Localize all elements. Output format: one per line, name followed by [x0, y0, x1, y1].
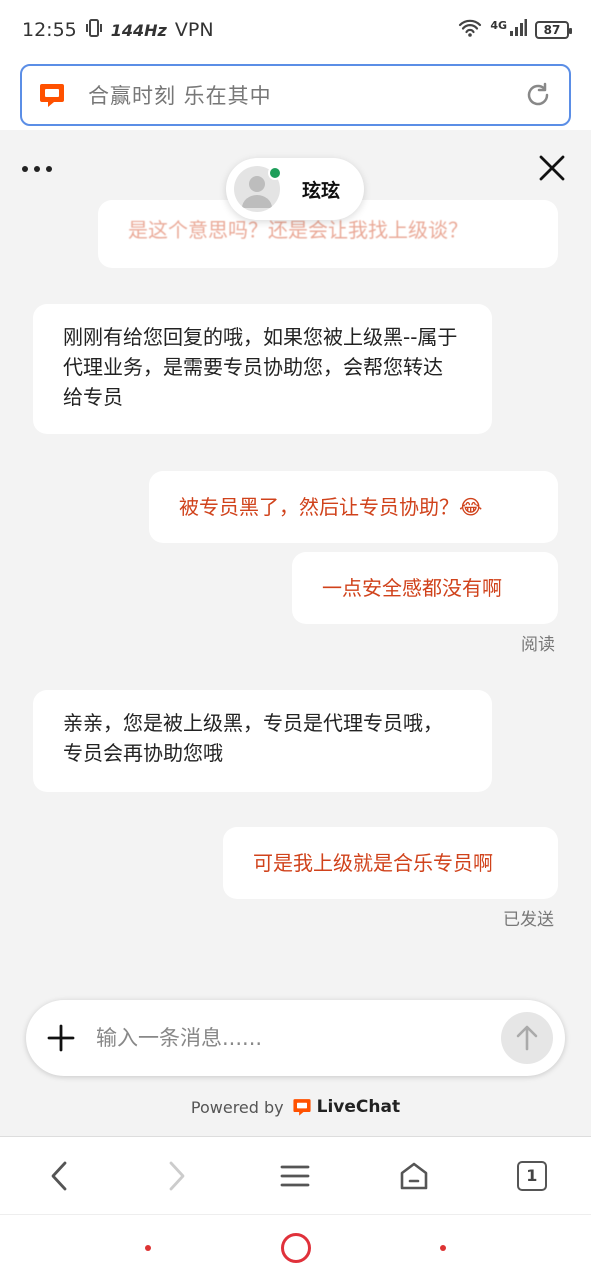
message-bubble-outgoing: 可是我上级就是合乐专员啊	[223, 827, 558, 899]
refresh-rate: 144Hz	[110, 20, 167, 40]
address-text: 合赢时刻 乐在其中	[88, 84, 272, 108]
agent-pill[interactable]: 玹玹	[226, 158, 364, 220]
clock: 12:55	[22, 19, 77, 41]
agent-name: 玹玹	[302, 179, 341, 202]
forward-icon[interactable]	[157, 1156, 197, 1196]
online-status-dot	[268, 166, 282, 180]
brand-name: LiveChat	[316, 1097, 401, 1117]
message-bubble-outgoing: 被专员黑了，然后让专员协助？😂	[149, 471, 558, 543]
recents-dot[interactable]	[145, 1245, 151, 1251]
wifi-icon	[458, 18, 482, 43]
address-bar[interactable]: 合赢时刻 乐在其中	[20, 64, 571, 126]
status-left: 12:55 144Hz VPN	[22, 18, 214, 43]
message-bubble-outgoing: 一点安全感都没有啊	[292, 552, 558, 624]
vpn-label: VPN	[174, 19, 214, 41]
reload-icon[interactable]	[523, 80, 553, 110]
home-circle-icon[interactable]	[281, 1233, 311, 1263]
vibrate-icon	[85, 18, 103, 43]
browser-toolbar: 1	[0, 1136, 591, 1214]
message-composer	[26, 1000, 565, 1076]
menu-icon[interactable]	[275, 1156, 315, 1196]
message-text: 可是我上级就是合乐专员啊	[253, 851, 493, 875]
system-nav-bar	[0, 1214, 591, 1280]
home-icon[interactable]	[394, 1156, 434, 1196]
message-text: 被专员黑了，然后让专员协助？😂	[179, 495, 483, 519]
plus-icon[interactable]	[46, 1023, 76, 1053]
livechat-logo-icon	[38, 81, 66, 109]
powered-by: Powered by LiveChat	[0, 1094, 591, 1120]
message-text: 亲亲，您是被上级黑，专员是代理专员哦，专员会再协助您哦	[63, 711, 443, 765]
send-button[interactable]	[501, 1012, 553, 1064]
arrow-up-icon	[516, 1025, 538, 1051]
message-text: 刚刚有给您回复的哦，如果您被上级黑--属于代理业务，是需要专员协助您，会帮您转达…	[63, 325, 458, 409]
tab-count: 1	[516, 1160, 547, 1191]
back-dot[interactable]	[440, 1245, 446, 1251]
chat-panel: 玹玹 是这个意思吗？还是会让我找上级谈？ 刚刚有给您回复的哦，如果您被上级黑--…	[0, 130, 591, 1136]
network-label: 4G	[490, 18, 507, 32]
message-input[interactable]	[96, 1026, 501, 1050]
message-bubble-incoming: 刚刚有给您回复的哦，如果您被上级黑--属于代理业务，是需要专员协助您，会帮您转达…	[33, 304, 492, 434]
powered-label: Powered by	[190, 1097, 284, 1117]
tabs-button[interactable]: 1	[512, 1156, 552, 1196]
livechat-brand[interactable]: LiveChat	[292, 1097, 400, 1117]
status-right: 4G 87	[458, 18, 572, 43]
livechat-logo-icon	[293, 1099, 311, 1116]
sent-status: 已发送	[503, 910, 554, 930]
battery-icon: 87	[535, 21, 572, 39]
signal-icon	[509, 18, 527, 42]
more-menu-icon[interactable]	[22, 154, 62, 184]
back-icon[interactable]	[39, 1156, 79, 1196]
status-bar: 12:55 144Hz VPN 4G 87	[0, 0, 591, 60]
message-bubble-incoming: 亲亲，您是被上级黑，专员是代理专员哦，专员会再协助您哦	[33, 690, 492, 792]
close-icon[interactable]	[536, 152, 568, 184]
message-text: 一点安全感都没有啊	[322, 576, 502, 600]
read-status: 阅读	[521, 635, 555, 655]
